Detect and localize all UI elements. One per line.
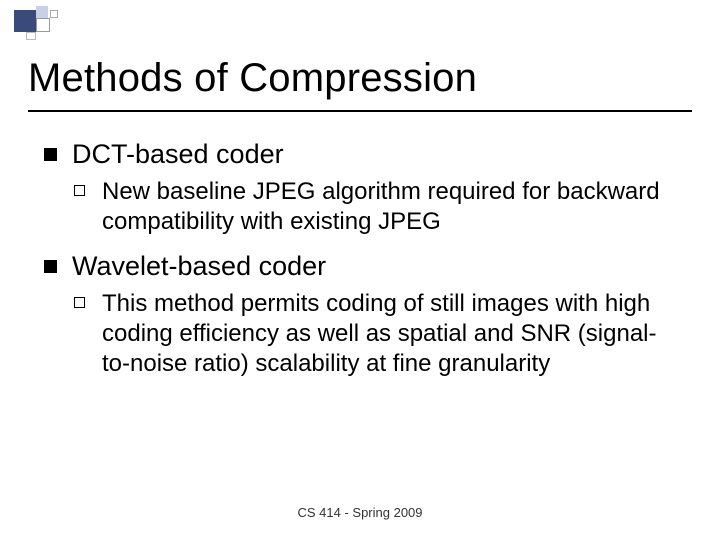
open-square-bullet-icon — [74, 185, 85, 196]
list-item-label: Wavelet-based coder — [72, 251, 326, 281]
slide-title: Methods of Compression — [28, 56, 477, 101]
list-subitem-text: This method permits coding of still imag… — [102, 290, 657, 377]
list-item: DCT-based coder — [44, 138, 676, 171]
square-bullet-icon — [44, 148, 57, 161]
corner-decoration — [14, 6, 69, 40]
list-item: Wavelet-based coder — [44, 250, 676, 283]
square-bullet-icon — [44, 260, 57, 273]
list-subitem-text: New baseline JPEG algorithm required for… — [102, 178, 660, 235]
slide-body: DCT-based coder New baseline JPEG algori… — [44, 138, 676, 393]
list-subitem: This method permits coding of still imag… — [44, 289, 676, 378]
slide: Methods of Compression DCT-based coder N… — [0, 0, 720, 540]
title-rule — [28, 110, 692, 112]
slide-footer: CS 414 - Spring 2009 — [0, 505, 720, 520]
list-item-label: DCT-based coder — [72, 139, 284, 169]
open-square-bullet-icon — [74, 297, 85, 308]
list-subitem: New baseline JPEG algorithm required for… — [44, 177, 676, 237]
